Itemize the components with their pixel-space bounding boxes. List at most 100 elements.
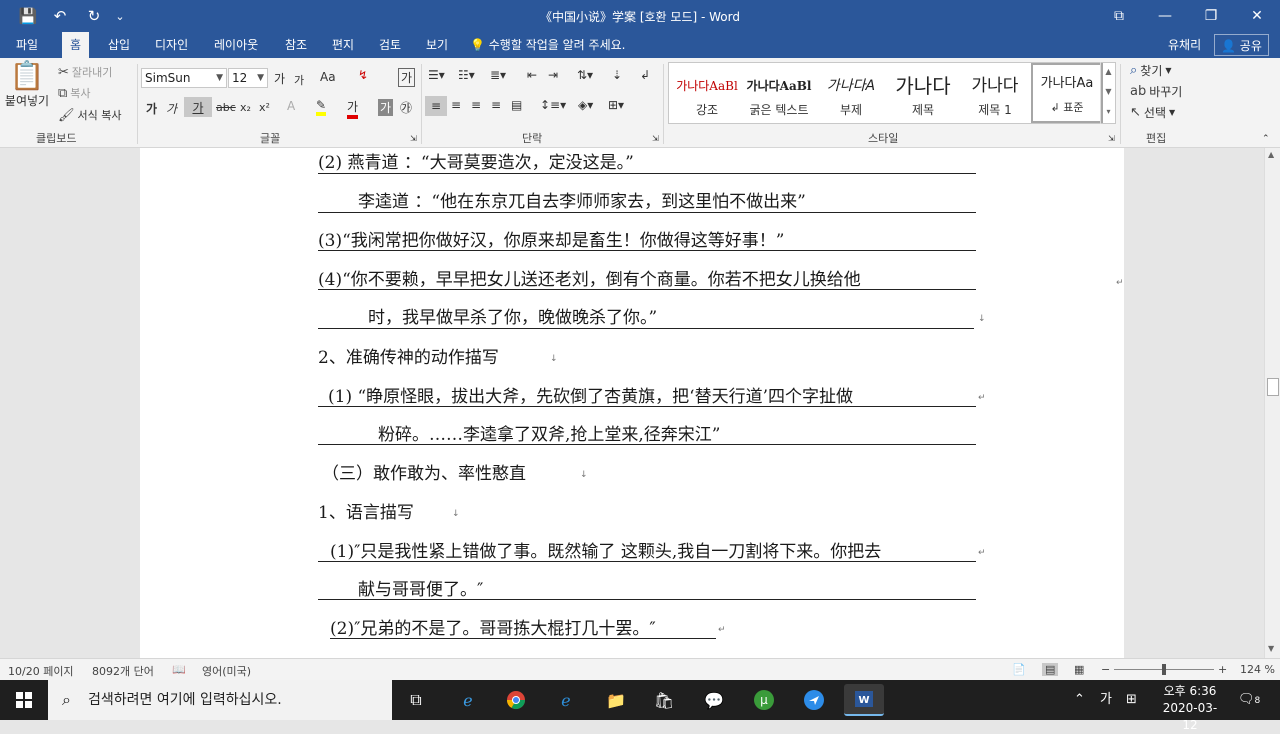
decrease-indent-icon[interactable]: ⇤ bbox=[527, 68, 537, 82]
store-icon[interactable]: 🛍 bbox=[644, 684, 684, 716]
taskbar-search-box[interactable]: ⌕ 검색하려면 여기에 입력하십시오. bbox=[48, 680, 392, 720]
doc-line[interactable]: (2) 燕青道 ：“大哥莫要造次，定没这是。” bbox=[318, 152, 634, 174]
character-border-icon[interactable]: 가 bbox=[398, 68, 416, 87]
line-spacing-icon[interactable]: ↕≡▾ bbox=[540, 98, 566, 112]
replace-button[interactable]: ab 바꾸기 bbox=[1130, 83, 1182, 100]
shrink-font-button[interactable]: 가 bbox=[294, 72, 304, 88]
doc-line[interactable]: (4)“你不要赖，早早把女儿送还老刘，倒有个商量。你若不把女儿换给他 bbox=[318, 269, 861, 291]
doc-line[interactable]: 粉碎。……李逵拿了双斧,抢上堂来,径奔宋江” bbox=[378, 424, 721, 446]
ime-indicator[interactable]: 가 bbox=[1100, 680, 1112, 720]
scroll-up-icon[interactable]: ▲ bbox=[1101, 62, 1116, 82]
document-page[interactable]: (2) 燕青道 ：“大哥莫要造次，定没这是。” 李逵道 ：“他在东京兀自去李师师… bbox=[140, 148, 1124, 658]
numbering-icon[interactable]: ☷▾ bbox=[458, 68, 475, 82]
distributed-icon[interactable]: ▤ bbox=[511, 98, 522, 112]
task-view-icon[interactable]: ⧉ bbox=[396, 684, 436, 716]
tab-layout[interactable]: 레이아웃 bbox=[206, 32, 266, 58]
tab-home[interactable]: 홈 bbox=[62, 32, 90, 58]
text-effects-icon[interactable]: A bbox=[287, 99, 295, 113]
strikethrough-button[interactable]: abc bbox=[216, 101, 236, 114]
subscript-button[interactable]: x₂ bbox=[240, 101, 251, 114]
user-name[interactable]: 유채리 bbox=[1168, 32, 1201, 58]
doc-line[interactable]: 1、语言描写 bbox=[318, 502, 414, 524]
style-heading-1[interactable]: 가나다 제목 1 bbox=[959, 63, 1031, 123]
select-button[interactable]: ↖ 선택 ▼ bbox=[1130, 104, 1175, 121]
enclose-characters-icon[interactable]: ㉮ bbox=[400, 99, 412, 116]
clear-formatting-icon[interactable]: ↯ bbox=[358, 68, 368, 82]
cut-button[interactable]: ✂ 잘라내기 bbox=[58, 64, 112, 80]
tab-references[interactable]: 참조 bbox=[277, 32, 315, 58]
chevron-down-icon[interactable]: ▼ bbox=[257, 69, 264, 87]
doc-line[interactable]: 时，我早做早杀了你，晚做晚杀了你。” bbox=[368, 307, 657, 329]
format-painter-button[interactable]: 🖌 서식 복사 bbox=[58, 107, 122, 123]
highlight-icon[interactable]: ✎ bbox=[316, 98, 327, 116]
multilevel-list-icon[interactable]: ≣▾ bbox=[490, 68, 506, 82]
internet-explorer-icon[interactable]: ℯ bbox=[546, 684, 586, 716]
edge-icon[interactable]: ℯ bbox=[448, 684, 488, 716]
style-subtitle[interactable]: 가나다A 부제 bbox=[815, 63, 887, 123]
show-marks-icon[interactable]: ↲ bbox=[640, 68, 650, 82]
paste-button[interactable]: 📋 붙여넣기 bbox=[5, 62, 49, 109]
bold-button[interactable]: 가 bbox=[146, 100, 157, 117]
expand-gallery-icon[interactable]: ▾ bbox=[1101, 102, 1116, 122]
sort-icon[interactable]: ⇣ bbox=[612, 68, 622, 82]
align-left-icon[interactable]: ≡ bbox=[425, 96, 447, 116]
tab-file[interactable]: 파일 bbox=[8, 32, 46, 58]
doc-line[interactable]: 2、准确传神的动作描写 bbox=[318, 347, 499, 369]
share-button[interactable]: 👤 공유 bbox=[1214, 34, 1269, 56]
print-layout-icon[interactable]: ▤ bbox=[1042, 663, 1059, 676]
doc-line[interactable]: (3)“我闲常把你做好汉，你原来却是畜生！你做得这等好事！” bbox=[318, 230, 784, 252]
font-name-box[interactable]: SimSun ▼ bbox=[141, 68, 227, 88]
paragraph-dialog-launcher-icon[interactable]: ⇲ bbox=[652, 134, 659, 143]
messenger-icon[interactable] bbox=[794, 684, 834, 716]
word-taskbar-icon[interactable]: W bbox=[844, 684, 884, 716]
zoom-out-icon[interactable]: − bbox=[1101, 663, 1110, 676]
character-shading-icon[interactable]: 가 bbox=[378, 99, 394, 116]
tab-view[interactable]: 보기 bbox=[418, 32, 456, 58]
ribbon-display-options-icon[interactable]: ⧉ bbox=[1096, 0, 1142, 32]
styles-scroll[interactable]: ▲ ▼ ▾ bbox=[1100, 62, 1116, 124]
close-button[interactable]: ✕ bbox=[1234, 0, 1280, 32]
doc-line[interactable]: (2)″兄弟的不是了。哥哥拣大棍打几十罢。″ bbox=[330, 618, 656, 640]
style-title[interactable]: 가나다 제목 bbox=[887, 63, 959, 123]
start-button[interactable] bbox=[0, 680, 48, 720]
style-normal[interactable]: 가나다Aa ↲ 표준 bbox=[1031, 63, 1103, 123]
zoom-in-icon[interactable]: + bbox=[1218, 663, 1227, 676]
file-explorer-icon[interactable]: 📁 bbox=[596, 684, 636, 716]
style-strong[interactable]: 가나다AaBl 굵은 텍스트 bbox=[743, 63, 815, 123]
doc-line[interactable]: (1) “睁原怪眼，拔出大斧，先砍倒了杏黄旗，把‘替天行道’四个字扯做 bbox=[328, 386, 853, 408]
wechat-icon[interactable]: 💬 bbox=[694, 684, 734, 716]
zoom-level[interactable]: 124 % bbox=[1240, 663, 1275, 676]
word-count[interactable]: 8092개 단어 bbox=[92, 663, 154, 679]
copy-button[interactable]: ⧉ 복사 bbox=[58, 85, 91, 101]
page-count[interactable]: 10/20 페이지 bbox=[8, 663, 74, 679]
tab-insert[interactable]: 삽입 bbox=[100, 32, 138, 58]
show-hidden-icons-icon[interactable]: ⌃ bbox=[1074, 680, 1085, 720]
asian-layout-icon[interactable]: ⇅▾ bbox=[577, 68, 593, 82]
vertical-scrollbar[interactable]: ▲ ▼ bbox=[1264, 148, 1280, 658]
find-button[interactable]: ⌕ 찾기 ▼ bbox=[1130, 62, 1172, 79]
doc-line[interactable]: (1)″只是我性紧上错做了事。既然输了 这颗头,我自一刀割将下来。你把去 bbox=[330, 541, 881, 563]
increase-indent-icon[interactable]: ⇥ bbox=[548, 68, 558, 82]
borders-icon[interactable]: ⊞▾ bbox=[608, 98, 624, 112]
doc-line[interactable]: （三）敢作敢为、率性憨直 bbox=[322, 463, 526, 485]
scroll-up-icon[interactable]: ▲ bbox=[1268, 150, 1274, 159]
grow-font-button[interactable]: 가 bbox=[274, 70, 285, 87]
utorrent-icon[interactable]: µ bbox=[744, 684, 784, 716]
document-area[interactable]: (2) 燕青道 ：“大哥莫要造次，定没这是。” 李逵道 ：“他在东京兀自去李师师… bbox=[0, 148, 1264, 658]
doc-line[interactable]: 献与哥哥便了。″ bbox=[358, 579, 483, 601]
web-layout-icon[interactable]: ▦ bbox=[1074, 663, 1084, 676]
styles-dialog-launcher-icon[interactable]: ⇲ bbox=[1108, 134, 1115, 143]
font-color-icon[interactable]: 가 bbox=[347, 98, 359, 119]
align-right-icon[interactable]: ≡ bbox=[471, 98, 481, 112]
font-dialog-launcher-icon[interactable]: ⇲ bbox=[410, 134, 417, 143]
collapse-ribbon-icon[interactable]: ⌃ bbox=[1262, 134, 1270, 144]
system-clock[interactable]: 오후 6:36 2020-03-12 bbox=[1158, 683, 1222, 734]
scroll-thumb[interactable] bbox=[1267, 378, 1279, 396]
maximize-button[interactable]: ❐ bbox=[1188, 0, 1234, 32]
style-emphasis[interactable]: 가나다AaBl 강조 bbox=[671, 63, 743, 123]
tab-design[interactable]: 디자인 bbox=[147, 32, 196, 58]
underline-button[interactable]: 가 bbox=[184, 97, 212, 117]
scroll-down-icon[interactable]: ▼ bbox=[1101, 82, 1116, 102]
superscript-button[interactable]: x² bbox=[259, 101, 270, 114]
change-case-button[interactable]: Aa bbox=[320, 70, 336, 84]
